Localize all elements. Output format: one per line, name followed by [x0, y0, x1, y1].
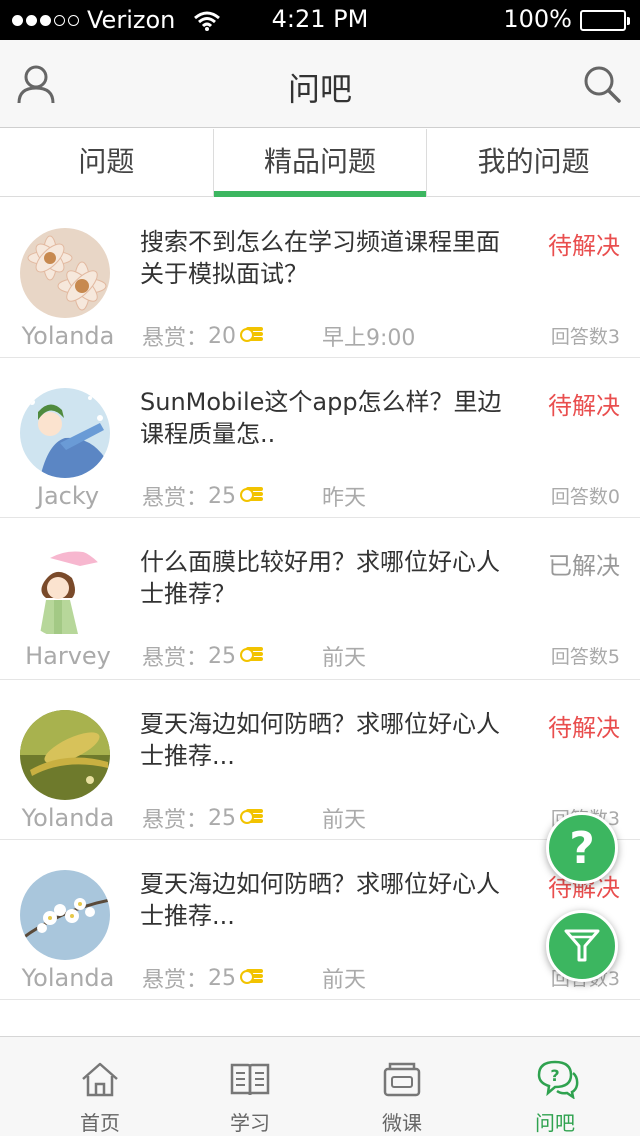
page-title: 问吧 — [287, 70, 352, 108]
battery-icon — [580, 10, 630, 31]
status-badge: 待解决 — [548, 714, 620, 742]
coin-stack-icon — [240, 806, 264, 831]
ask-question-button[interactable]: ? — [546, 812, 618, 884]
reward-label: 悬赏： — [142, 486, 209, 511]
flower-photo-icon — [20, 228, 110, 318]
nature-photo-icon — [20, 710, 110, 800]
list-item[interactable]: Harvey 什么面膜比较好用？求哪位好心人士推荐？ 已解决 悬赏： 25 前天… — [0, 518, 640, 680]
question-icon: ? — [569, 822, 595, 874]
coin-stack-icon — [240, 966, 264, 991]
reward-label: 悬赏： — [142, 326, 209, 351]
search-icon[interactable] — [582, 64, 622, 108]
tab-my-questions[interactable]: 我的问题 — [426, 129, 640, 196]
answer-count: 回答数3 — [550, 326, 620, 348]
tabbar-item-micro-course[interactable]: 微课 — [342, 1037, 462, 1136]
filter-button[interactable] — [546, 910, 618, 982]
reward: 悬赏： 20 — [142, 320, 264, 352]
avatar[interactable] — [20, 710, 110, 800]
question-text[interactable]: 夏天海边如何防晒？求哪位好心人士推荐... — [140, 708, 520, 772]
nav-bar: 问吧 — [0, 40, 640, 128]
svg-text:?: ? — [550, 1066, 559, 1085]
tabbar-item-home[interactable]: 首页 — [40, 1037, 160, 1136]
question-text[interactable]: 夏天海边如何防晒？求哪位好心人士推荐... — [140, 868, 520, 932]
reward-amount: 25 — [208, 805, 237, 831]
tabbar-label: 微课 — [382, 1111, 422, 1135]
timestamp: 前天 — [322, 968, 367, 993]
reward-amount: 25 — [208, 483, 237, 509]
question-text[interactable]: 搜索不到怎么在学习频道课程里面关于模拟面试？ — [140, 226, 520, 290]
coin-stack-icon — [240, 484, 264, 509]
reward-label: 悬赏： — [142, 646, 209, 671]
cartoon-girl-icon — [20, 548, 110, 638]
reward-amount: 25 — [208, 965, 237, 991]
cartoon-boy-icon — [20, 388, 110, 478]
author-name: Yolanda — [21, 804, 115, 832]
blossom-photo-icon — [20, 870, 110, 960]
reward: 悬赏： 25 — [142, 962, 264, 994]
timestamp: 早上9:00 — [322, 326, 416, 351]
tabbar-label: 学习 — [230, 1111, 270, 1135]
avatar[interactable] — [20, 870, 110, 960]
tabbar-label: 问吧 — [535, 1111, 575, 1135]
timestamp: 昨天 — [322, 486, 367, 511]
tab-questions[interactable]: 问题 — [0, 129, 213, 196]
timestamp: 前天 — [322, 808, 367, 833]
reward-label: 悬赏： — [142, 968, 209, 993]
reward: 悬赏： 25 — [142, 480, 264, 512]
list-item[interactable]: Jacky SunMobile这个app怎么样？里边课程质量怎.. 待解决 悬赏… — [0, 358, 640, 518]
author-name: Jacky — [36, 482, 100, 510]
chat-question-icon: ? — [535, 1059, 579, 1103]
question-text[interactable]: SunMobile这个app怎么样？里边课程质量怎.. — [140, 386, 520, 450]
tabbar-item-study[interactable]: 学习 — [190, 1037, 310, 1136]
author-name: Yolanda — [21, 322, 115, 350]
reward-label: 悬赏： — [142, 808, 209, 833]
reward-amount: 25 — [208, 643, 237, 669]
tab-featured-questions[interactable]: 精品问题 — [212, 129, 427, 197]
reward-amount: 20 — [208, 323, 237, 349]
avatar[interactable] — [20, 228, 110, 318]
question-text[interactable]: 什么面膜比较好用？求哪位好心人士推荐？ — [140, 546, 520, 610]
status-badge: 已解决 — [548, 552, 620, 580]
avatar[interactable] — [20, 548, 110, 638]
list-item[interactable]: Yolanda 夏天海边如何防晒？求哪位好心人士推荐... 待解决 悬赏： 25… — [0, 680, 640, 840]
question-tabs: 问题 精品问题 我的问题 — [0, 129, 640, 197]
tabbar-item-ask[interactable]: ? 问吧 — [495, 1037, 615, 1136]
author-name: Yolanda — [21, 964, 115, 992]
status-badge: 待解决 — [548, 392, 620, 420]
answer-count: 回答数0 — [550, 486, 620, 508]
coin-stack-icon — [240, 324, 264, 349]
reward: 悬赏： 25 — [142, 640, 264, 672]
video-course-icon — [382, 1059, 422, 1103]
status-bar: Verizon 4:21 PM 100% — [0, 0, 640, 40]
status-badge: 待解决 — [548, 232, 620, 260]
battery-percent: 100% — [503, 5, 572, 33]
tabbar-label: 首页 — [80, 1111, 120, 1135]
reward: 悬赏： 25 — [142, 802, 264, 834]
list-item[interactable]: Yolanda 夏天海边如何防晒？求哪位好心人士推荐... 待解决 悬赏： 25… — [0, 840, 640, 1000]
book-icon — [230, 1059, 270, 1103]
list-item[interactable]: Yolanda 搜索不到怎么在学习频道课程里面关于模拟面试？ 待解决 悬赏： 2… — [0, 198, 640, 358]
timestamp: 前天 — [322, 646, 367, 671]
filter-icon — [562, 924, 602, 968]
avatar[interactable] — [20, 388, 110, 478]
bottom-tab-bar: 首页 学习 微课 ? 问吧 — [0, 1036, 640, 1136]
question-list: Yolanda 搜索不到怎么在学习频道课程里面关于模拟面试？ 待解决 悬赏： 2… — [0, 198, 640, 1000]
home-icon — [80, 1059, 120, 1103]
coin-stack-icon — [240, 644, 264, 669]
author-name: Harvey — [25, 642, 111, 670]
answer-count: 回答数5 — [550, 646, 620, 668]
